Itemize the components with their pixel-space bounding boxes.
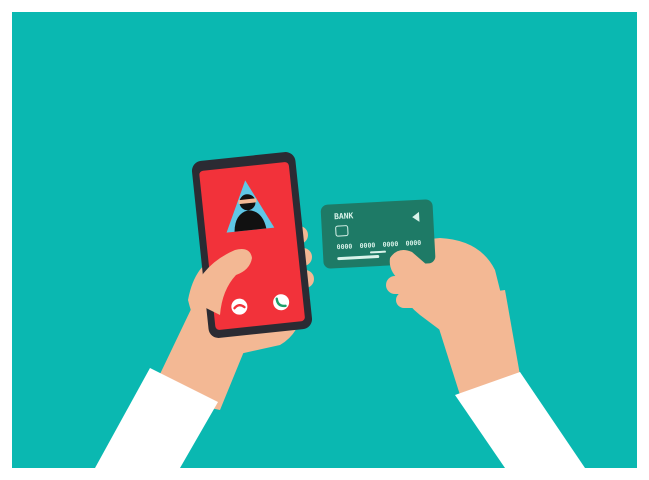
phone bbox=[191, 152, 313, 338]
card-number-group-4: 0000 bbox=[405, 239, 421, 248]
right-finger-1 bbox=[386, 276, 414, 294]
card-number-group-3: 0000 bbox=[382, 240, 398, 249]
card-bank-label: BANK bbox=[334, 211, 354, 221]
card-number-group-1: 0000 bbox=[336, 242, 352, 251]
right-finger-2 bbox=[396, 292, 422, 308]
card-number-group-2: 0000 bbox=[359, 241, 375, 250]
illustration-scene: BANK 0000 0000 0000 0000 bbox=[12, 12, 637, 468]
